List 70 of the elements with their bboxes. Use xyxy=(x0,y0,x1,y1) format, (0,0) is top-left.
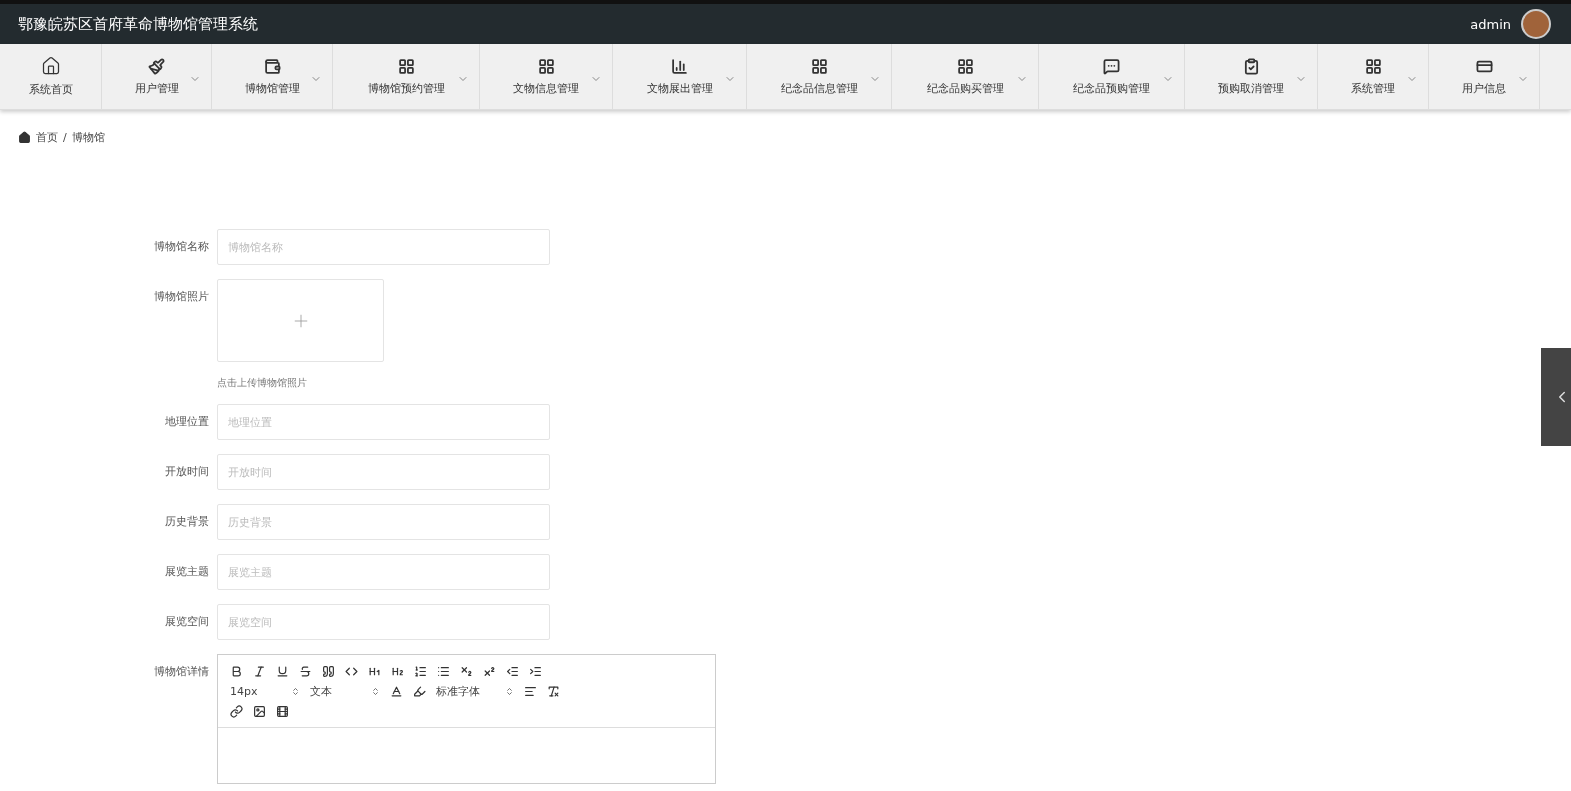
text-field[interactable]: 历史背景 xyxy=(217,504,550,540)
field-label: 博物馆名称 xyxy=(153,239,209,255)
nav-item[interactable]: 文物信息管理 xyxy=(480,44,613,109)
text-field[interactable]: 地理位置 xyxy=(217,404,550,440)
subscript-icon[interactable] xyxy=(460,664,473,678)
italic-icon[interactable] xyxy=(253,664,266,678)
grid-icon xyxy=(810,57,828,75)
quote-icon[interactable] xyxy=(322,664,335,678)
ordered-list-icon[interactable] xyxy=(414,664,427,678)
field-label: 博物馆照片 xyxy=(153,289,209,305)
rich-text-editor[interactable]: 14px 文本 标准字体 xyxy=(217,654,716,784)
highlighter-icon[interactable] xyxy=(413,684,426,698)
text-field[interactable]: 博物馆名称 xyxy=(217,229,550,265)
grid-icon xyxy=(397,57,415,75)
breadcrumb-separator: / xyxy=(63,131,67,144)
upload-hint: 点击上传博物馆照片 xyxy=(217,376,308,390)
nav-item[interactable]: 系统首页 xyxy=(0,44,102,109)
block-type-select[interactable]: 文本 xyxy=(310,683,380,699)
grid-icon xyxy=(537,57,555,75)
bullet-list-icon[interactable] xyxy=(437,664,450,678)
clipboard-check-icon xyxy=(1242,57,1260,75)
nav-item[interactable]: 纪念品信息管理 xyxy=(747,44,892,109)
indent-icon[interactable] xyxy=(529,664,542,678)
text-field[interactable]: 开放时间 xyxy=(217,454,550,490)
link-icon[interactable] xyxy=(230,704,243,718)
strikethrough-icon[interactable] xyxy=(299,664,312,678)
font-family-select[interactable]: 标准字体 xyxy=(436,683,514,699)
breadcrumb-item: 博物馆 xyxy=(71,130,105,145)
home-icon xyxy=(40,56,61,76)
text-field[interactable]: 展览空间 xyxy=(217,604,550,640)
brush-icon xyxy=(148,57,165,75)
nav-item[interactable]: 博物馆预约管理 xyxy=(333,44,480,109)
grid-icon xyxy=(956,57,974,75)
nav-item[interactable]: 文物展出管理 xyxy=(613,44,747,109)
field-label: 历史背景 xyxy=(164,514,209,530)
bold-icon[interactable] xyxy=(230,664,243,678)
app-title: 鄂豫皖苏区首府革命博物馆管理系统 xyxy=(18,14,258,34)
breadcrumb-item[interactable]: 首页 xyxy=(36,130,58,145)
align-icon[interactable] xyxy=(524,684,537,698)
up-down-icon xyxy=(291,686,300,696)
superscript-icon[interactable] xyxy=(483,664,496,678)
font-size-select[interactable]: 14px xyxy=(230,684,300,698)
field-label: 展览空间 xyxy=(164,614,209,630)
wallet-icon xyxy=(263,57,281,75)
field-label: 地理位置 xyxy=(164,414,209,430)
field-label: 展览主题 xyxy=(164,564,209,580)
underline-icon[interactable] xyxy=(276,664,289,678)
film-icon[interactable] xyxy=(276,704,289,718)
nav-item[interactable]: 纪念品预购管理 xyxy=(1039,44,1185,109)
font-color-icon[interactable] xyxy=(390,684,403,698)
field-label: 博物馆详情 xyxy=(153,664,209,680)
nav-item[interactable]: 用户信息 xyxy=(1429,44,1540,109)
home-icon xyxy=(18,131,31,144)
nav-item[interactable]: 预购取消管理 xyxy=(1185,44,1318,109)
up-down-icon xyxy=(505,686,514,696)
bar-chart-icon xyxy=(671,57,688,75)
image-icon[interactable] xyxy=(253,704,266,718)
user-name[interactable]: admin xyxy=(1470,16,1511,32)
text-field[interactable]: 展览主题 xyxy=(217,554,550,590)
grid-icon xyxy=(1364,57,1382,75)
chat-icon xyxy=(1103,57,1120,75)
nav-item[interactable]: 纪念品购买管理 xyxy=(892,44,1039,109)
nav-item[interactable]: 博物馆管理 xyxy=(212,44,333,109)
nav-item[interactable]: 用户管理 xyxy=(102,44,212,109)
field-label: 开放时间 xyxy=(164,464,209,480)
outdent-icon[interactable] xyxy=(506,664,519,678)
user-avatar[interactable] xyxy=(1521,9,1551,39)
clear-format-icon[interactable] xyxy=(547,684,560,698)
up-down-icon xyxy=(371,686,380,696)
nav-item[interactable]: 系统管理 xyxy=(1318,44,1429,109)
